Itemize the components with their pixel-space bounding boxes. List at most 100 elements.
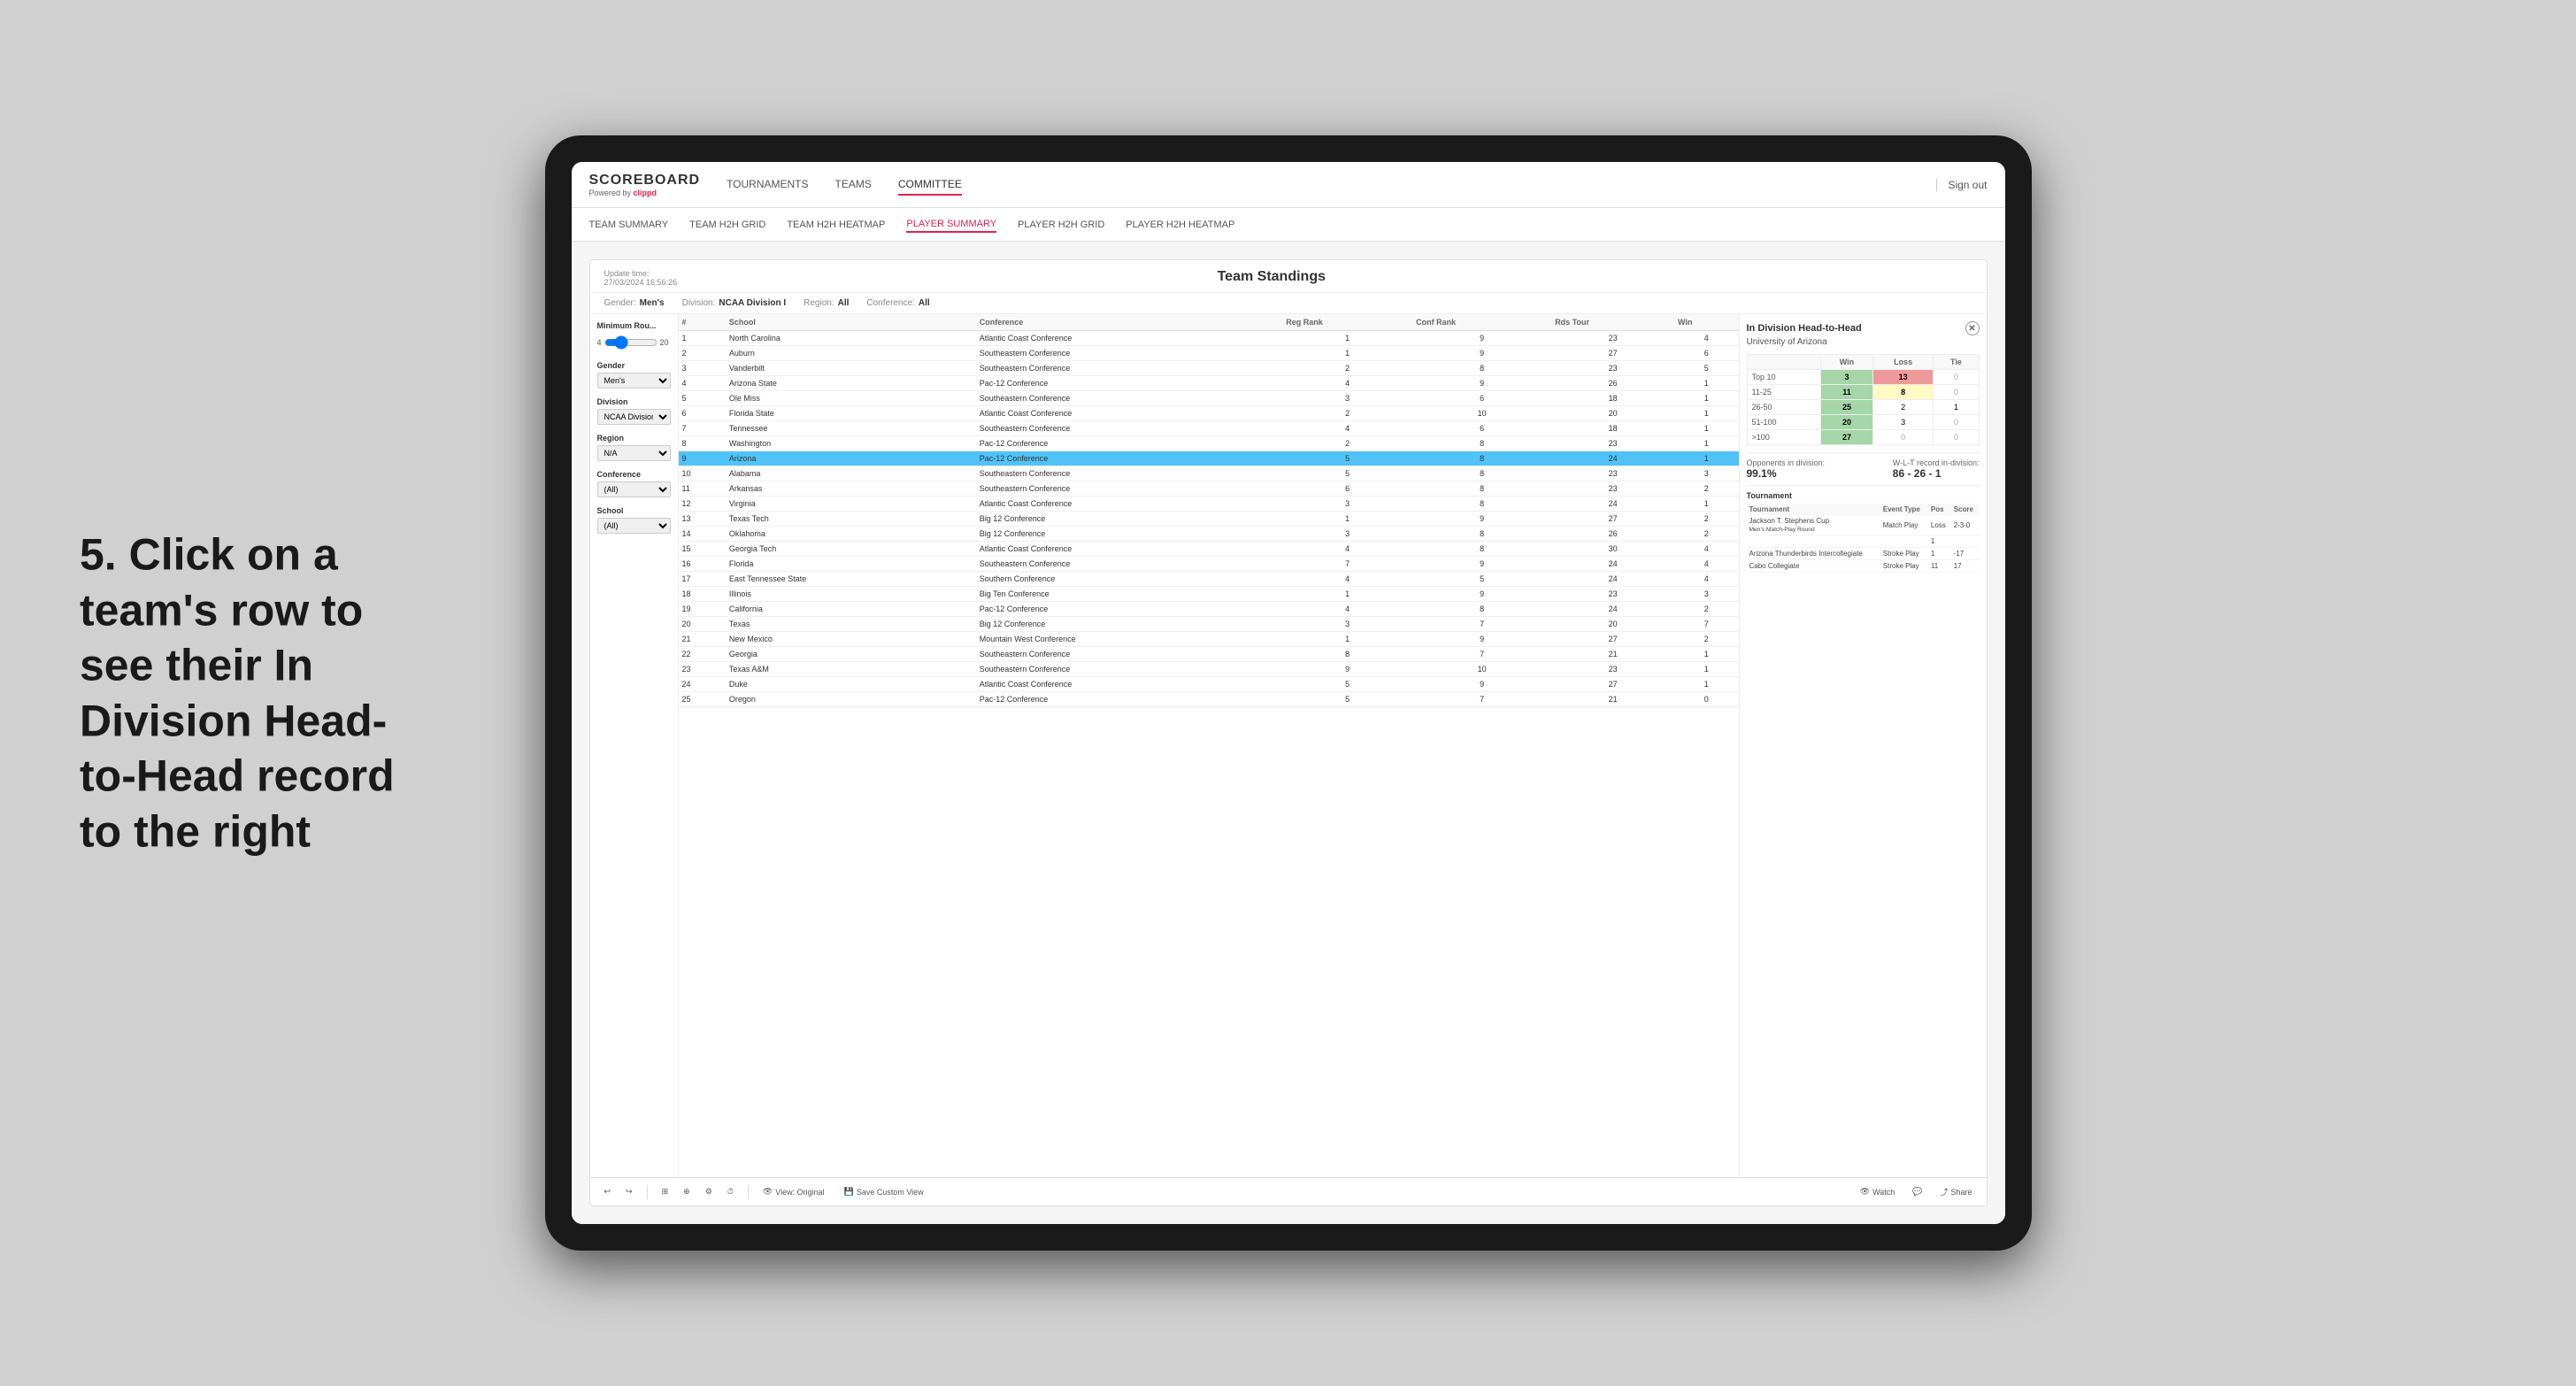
table-row[interactable]: 24 Duke Atlantic Coast Conference 5 9 27… — [679, 677, 1739, 692]
watch-button[interactable]: 👁 Watch — [1855, 1185, 1901, 1198]
sub-nav-player-h2h-heatmap[interactable]: PLAYER H2H HEATMAP — [1126, 218, 1234, 232]
share-button[interactable]: ⤴ Share — [1934, 1184, 1977, 1199]
table-row[interactable]: 5 Ole Miss Southeastern Conference 3 6 1… — [679, 391, 1739, 406]
nav-tournaments[interactable]: TOURNAMENTS — [727, 174, 808, 196]
cell-conference: Big 12 Conference — [976, 617, 1283, 632]
cell-reg-rank: 3 — [1282, 617, 1412, 632]
table-row[interactable]: 13 Texas Tech Big 12 Conference 1 9 27 2 — [679, 512, 1739, 527]
share-icon: ⤴ — [1940, 1186, 1948, 1197]
col-win: Win — [1674, 314, 1738, 331]
cell-num: 17 — [679, 572, 726, 587]
h2h-label-1125: 11-25 — [1747, 385, 1821, 400]
table-row[interactable]: 25 Oregon Pac-12 Conference 5 7 21 0 — [679, 692, 1739, 707]
settings-button[interactable]: ⚙ — [700, 1185, 718, 1198]
save-custom-view-button[interactable]: 💾 Save Custom View — [839, 1185, 929, 1198]
h2h-tie-2650: 1 — [1934, 400, 1979, 415]
sub-nav-player-summary[interactable]: PLAYER SUMMARY — [906, 217, 996, 233]
cell-school: Texas A&M — [726, 662, 976, 677]
table-row[interactable]: 15 Georgia Tech Atlantic Coast Conferenc… — [679, 542, 1739, 557]
conference-select[interactable]: (All) — [597, 481, 671, 497]
table-row[interactable]: 1 North Carolina Atlantic Coast Conferen… — [679, 331, 1739, 346]
h2h-win-1125: 11 — [1821, 385, 1873, 400]
table-row[interactable]: 19 California Pac-12 Conference 4 8 24 2 — [679, 602, 1739, 617]
cell-conference: Pac-12 Conference — [976, 451, 1283, 466]
table-row[interactable]: 14 Oklahoma Big 12 Conference 3 8 26 2 — [679, 527, 1739, 542]
table-row[interactable]: 4 Arizona State Pac-12 Conference 4 9 26… — [679, 376, 1739, 391]
cell-conf-rank: 7 — [1412, 647, 1551, 662]
cell-win: 1 — [1674, 406, 1738, 421]
cell-win: 1 — [1674, 391, 1738, 406]
tournament-score-1: 2-3-0 — [1951, 515, 1980, 535]
cell-conference: Southeastern Conference — [976, 481, 1283, 497]
nav-committee[interactable]: COMMITTEE — [898, 174, 962, 196]
cell-win: 1 — [1674, 497, 1738, 512]
cell-num: 7 — [679, 421, 726, 436]
table-row[interactable]: 16 Florida Southeastern Conference 7 9 2… — [679, 557, 1739, 572]
content-area: Update time: 27/03/2024 16:56:26 Team St… — [572, 242, 2005, 1224]
cell-rds: 24 — [1551, 557, 1674, 572]
cell-num: 14 — [679, 527, 726, 542]
min-rounds-slider[interactable] — [604, 333, 657, 352]
table-row[interactable]: 17 East Tennessee State Southern Confere… — [679, 572, 1739, 587]
toolbar-sep-2 — [748, 1185, 749, 1199]
cell-reg-rank: 4 — [1282, 602, 1412, 617]
h2h-win-gt100: 27 — [1821, 430, 1873, 445]
sub-nav-team-summary[interactable]: TEAM SUMMARY — [589, 218, 669, 232]
conference-filter: Conference (All) — [597, 470, 671, 497]
table-row[interactable]: 22 Georgia Southeastern Conference 8 7 2… — [679, 647, 1739, 662]
nav-teams[interactable]: TEAMS — [835, 174, 872, 196]
table-row[interactable]: 23 Texas A&M Southeastern Conference 9 1… — [679, 662, 1739, 677]
table-row[interactable]: 7 Tennessee Southeastern Conference 4 6 … — [679, 421, 1739, 436]
table-row[interactable]: 9 Arizona Pac-12 Conference 5 8 24 1 — [679, 451, 1739, 466]
h2h-close-button[interactable]: ✕ — [1965, 321, 1980, 335]
tournament-pos-3: 1 — [1928, 548, 1951, 560]
cell-rds: 18 — [1551, 421, 1674, 436]
table-row[interactable]: 20 Texas Big 12 Conference 3 7 20 7 — [679, 617, 1739, 632]
zoom-button[interactable]: ⊕ — [678, 1185, 696, 1198]
watch-icon: 👁 — [1860, 1187, 1870, 1197]
sub-nav-player-h2h-grid[interactable]: PLAYER H2H GRID — [1018, 218, 1104, 232]
sub-nav-team-h2h-grid[interactable]: TEAM H2H GRID — [689, 218, 765, 232]
cell-win: 2 — [1674, 602, 1738, 617]
cell-rds: 26 — [1551, 376, 1674, 391]
table-row[interactable]: 8 Washington Pac-12 Conference 2 8 23 1 — [679, 436, 1739, 451]
cell-reg-rank: 5 — [1282, 677, 1412, 692]
region-select[interactable]: N/A All — [597, 445, 671, 461]
table-row[interactable]: 18 Illinois Big Ten Conference 1 9 23 3 — [679, 587, 1739, 602]
cell-win: 2 — [1674, 481, 1738, 497]
gender-select[interactable]: Men's Women's — [597, 373, 671, 389]
crop-button[interactable]: ⊞ — [657, 1185, 674, 1198]
cell-reg-rank: 3 — [1282, 391, 1412, 406]
table-row[interactable]: 11 Arkansas Southeastern Conference 6 8 … — [679, 481, 1739, 497]
sign-out-btn[interactable]: Sign out — [1936, 179, 1987, 191]
table-row[interactable]: 10 Alabama Southeastern Conference 5 8 2… — [679, 466, 1739, 481]
cell-num: 5 — [679, 391, 726, 406]
cell-num: 3 — [679, 361, 726, 376]
undo-button[interactable]: ↩ — [599, 1185, 617, 1198]
cell-conference: Southeastern Conference — [976, 466, 1283, 481]
cell-school: Florida — [726, 557, 976, 572]
eye-icon: 👁 — [763, 1187, 773, 1197]
table-row[interactable]: 6 Florida State Atlantic Coast Conferenc… — [679, 406, 1739, 421]
view-original-button[interactable]: 👁 View: Original — [757, 1185, 830, 1198]
cell-reg-rank: 2 — [1282, 361, 1412, 376]
h2h-row-51100: 51-100 20 3 0 — [1747, 415, 1979, 430]
min-rounds-max: 20 — [660, 338, 669, 347]
cell-num: 8 — [679, 436, 726, 451]
table-row[interactable]: 3 Vanderbilt Southeastern Conference 2 8… — [679, 361, 1739, 376]
division-select[interactable]: NCAA Division I NCAA Division II NAIA — [597, 409, 671, 425]
table-row[interactable]: 2 Auburn Southeastern Conference 1 9 27 … — [679, 346, 1739, 361]
cell-conf-rank: 8 — [1412, 542, 1551, 557]
min-rounds-filter: Minimum Rou... 4 20 — [597, 321, 671, 352]
cell-school: Virginia — [726, 497, 976, 512]
redo-button[interactable]: ↪ — [620, 1185, 638, 1198]
comment-button[interactable]: 💬 — [1907, 1185, 1927, 1198]
sub-nav-team-h2h-heatmap[interactable]: TEAM H2H HEATMAP — [787, 218, 885, 232]
cell-win: 2 — [1674, 527, 1738, 542]
clock-button[interactable]: ⏱ — [722, 1185, 739, 1198]
cell-conf-rank: 9 — [1412, 632, 1551, 647]
table-row[interactable]: 12 Virginia Atlantic Coast Conference 3 … — [679, 497, 1739, 512]
school-select[interactable]: (All) — [597, 518, 671, 534]
cell-win: 1 — [1674, 451, 1738, 466]
table-row[interactable]: 21 New Mexico Mountain West Conference 1… — [679, 632, 1739, 647]
